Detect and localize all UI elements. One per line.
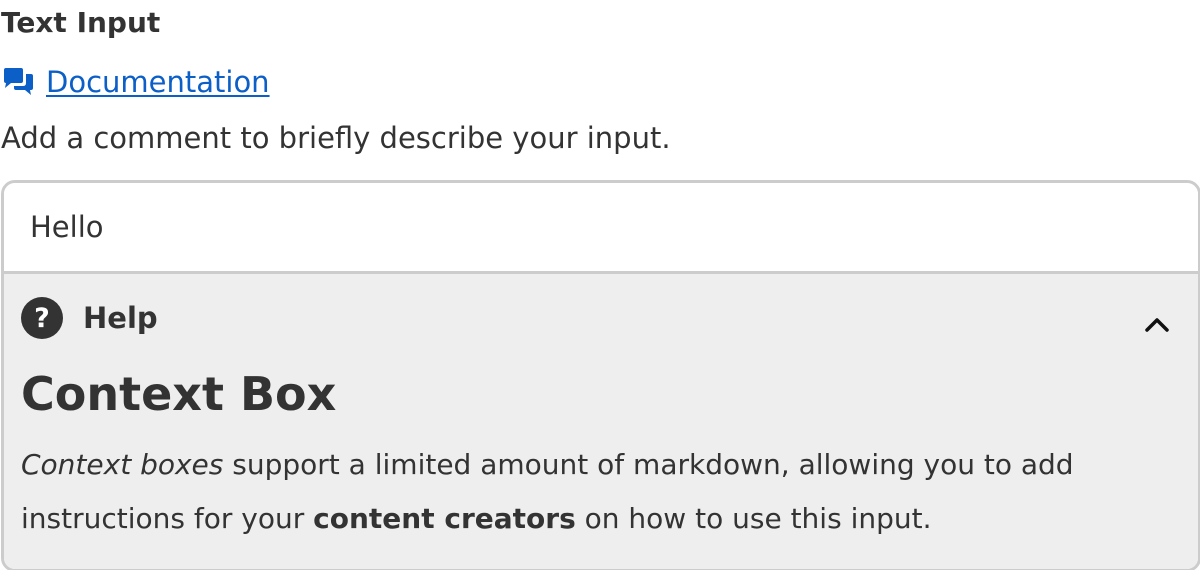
field-description: Add a comment to briefly describe your i… xyxy=(1,121,671,155)
documentation-row: Documentation xyxy=(2,62,270,102)
chevron-up-icon xyxy=(1145,318,1169,332)
context-body: Context boxes support a limited amount o… xyxy=(21,438,1161,546)
question-circle-icon: ? xyxy=(21,297,63,339)
context-text-2: on how to use this input. xyxy=(575,502,932,535)
context-emphasis: Context boxes xyxy=(21,448,224,481)
help-title: Help xyxy=(83,301,158,335)
collapse-help-button[interactable] xyxy=(1140,308,1174,342)
context-heading: Context Box xyxy=(21,367,337,421)
help-panel: ? Help Context Box Context boxes support… xyxy=(4,271,1198,569)
help-header: ? Help xyxy=(21,296,158,340)
documentation-link[interactable]: Documentation xyxy=(46,63,270,101)
text-input-field: Text Input Documentation Add a comment t… xyxy=(0,0,1200,570)
text-input[interactable] xyxy=(4,183,1198,271)
field-label: Text Input xyxy=(1,6,161,39)
input-container: ? Help Context Box Context boxes support… xyxy=(1,180,1200,570)
context-strong: content creators xyxy=(313,502,576,535)
chat-bubbles-icon xyxy=(2,67,36,97)
